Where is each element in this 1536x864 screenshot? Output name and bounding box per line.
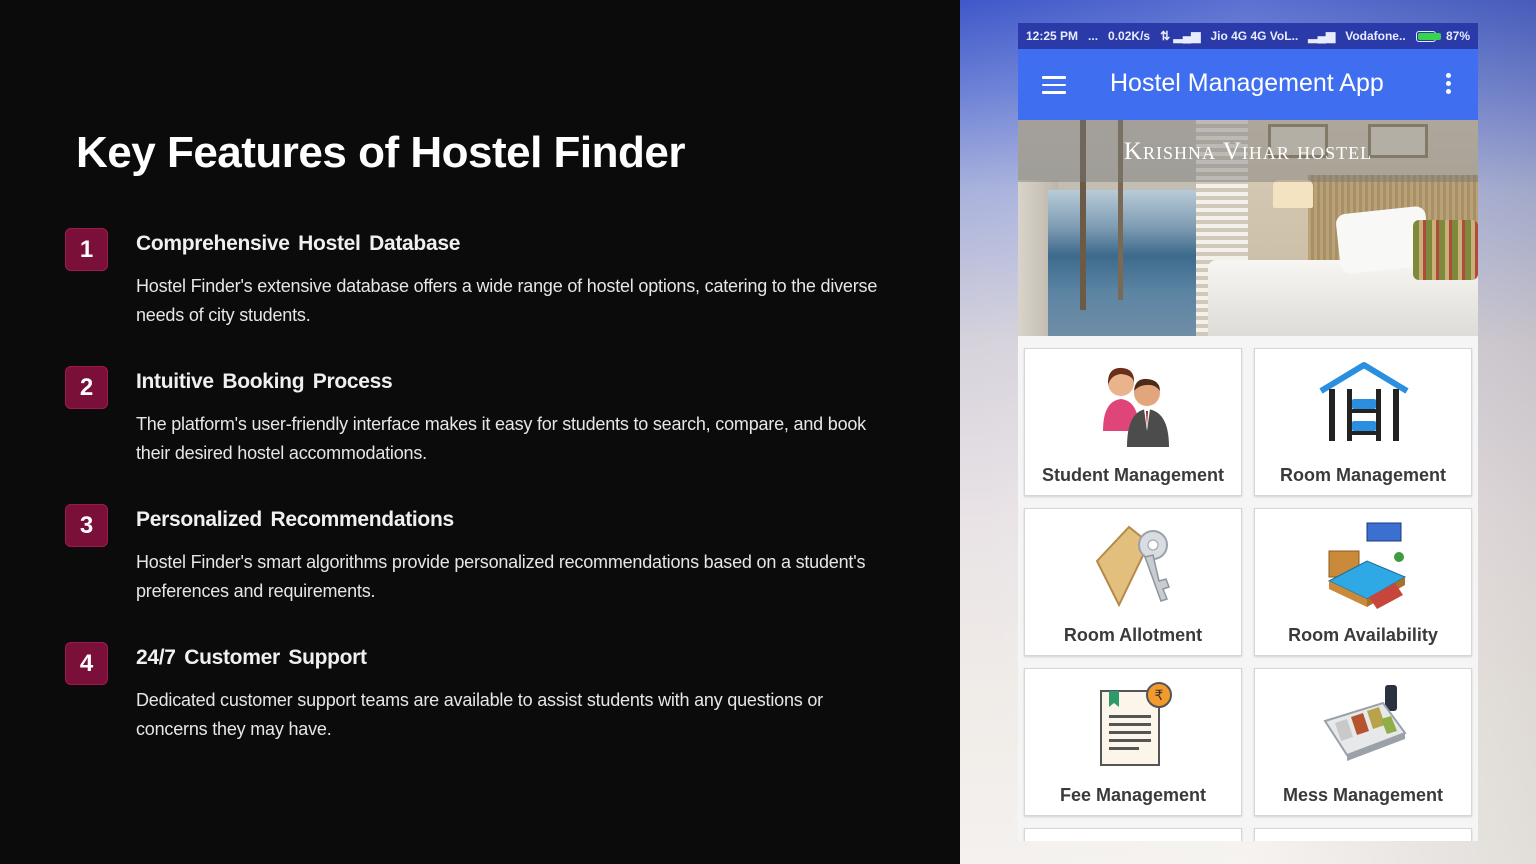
status-dots: ... (1088, 29, 1099, 43)
feature-number-badge: 2 (65, 366, 108, 409)
signal-icon: ▂▄▆ (1308, 29, 1336, 43)
tile-fee-management[interactable]: ₹ Fee Management (1024, 668, 1242, 816)
tile-room-availability[interactable]: Room Availability (1254, 508, 1472, 656)
tile-label: Room Management (1279, 465, 1447, 485)
feature-number-badge: 1 (65, 228, 108, 271)
feature-description: Hostel Finder's extensive database offer… (136, 276, 878, 325)
room-allotment-icon (1095, 525, 1170, 608)
app-title: Hostel Management App (1110, 69, 1384, 97)
tile-label: Room Availability (1288, 625, 1438, 645)
more-vert-icon[interactable] (1446, 73, 1452, 97)
tile-student-management[interactable]: Student Management (1024, 348, 1242, 496)
status-time: 12:25 PM (1026, 29, 1079, 43)
tile-room-allotment[interactable]: Room Allotment (1024, 508, 1242, 656)
status-battery: 87% (1445, 29, 1470, 43)
room-management-icon (1319, 362, 1409, 441)
tile-partial[interactable] (1024, 828, 1242, 841)
feature-description: Hostel Finder's smart algorithms provide… (136, 552, 866, 601)
feature-number-badge: 3 (65, 504, 108, 547)
feature-title: 24/7 Customer Support (136, 646, 367, 669)
svg-text:₹: ₹ (1155, 688, 1164, 704)
battery-icon (1415, 30, 1441, 42)
status-bar: 12:25 PM ... 0.02K/s ⇅ ▂▄▆ Jio 4G 4G VoL… (1018, 23, 1478, 49)
fee-management-icon: ₹ (1100, 682, 1172, 766)
feature-number-badge: 4 (65, 642, 108, 685)
status-speed: 0.02K/s (1108, 29, 1151, 43)
tile-label: Student Management (1041, 465, 1224, 485)
tile-label: Fee Management (1059, 785, 1207, 805)
tile-room-management[interactable]: Room Management (1254, 348, 1472, 496)
feature-title: Intuitive Booking Process (136, 370, 393, 393)
feature-title: Personalized Recommendations (136, 508, 454, 531)
app-bar: Hostel Management App (1018, 49, 1478, 120)
slide-title: Key Features of Hostel Finder (76, 128, 685, 177)
feature-title: Comprehensive Hostel Database (136, 232, 461, 255)
status-carrier-1: Jio 4G 4G VoL.. (1210, 29, 1299, 43)
feature-description: Dedicated customer support teams are ava… (136, 690, 823, 739)
hostel-name: Krishna Vihar hostel (1123, 138, 1373, 165)
tile-label: Room Allotment (1063, 625, 1203, 645)
hamburger-menu-icon[interactable] (1042, 76, 1066, 94)
room-availability-icon (1327, 522, 1407, 609)
tile-label: Mess Management (1282, 785, 1444, 805)
signal-icon: ⇅ ▂▄▆ (1160, 29, 1201, 43)
tile-partial[interactable] (1254, 828, 1472, 841)
slide-panel: Key Features of Hostel Finder 1 Comprehe… (0, 0, 960, 864)
status-carrier-2: Vodafone.. (1345, 29, 1406, 43)
phone-screenshot: 12:25 PM ... 0.02K/s ⇅ ▂▄▆ Jio 4G 4G VoL… (1018, 23, 1478, 841)
mess-management-icon (1323, 685, 1407, 761)
student-management-icon (1103, 367, 1169, 447)
feature-description: The platform's user-friendly interface m… (136, 414, 866, 463)
tile-mess-management[interactable]: Mess Management (1254, 668, 1472, 816)
hostel-banner: Krishna Vihar hostel (1018, 120, 1478, 336)
